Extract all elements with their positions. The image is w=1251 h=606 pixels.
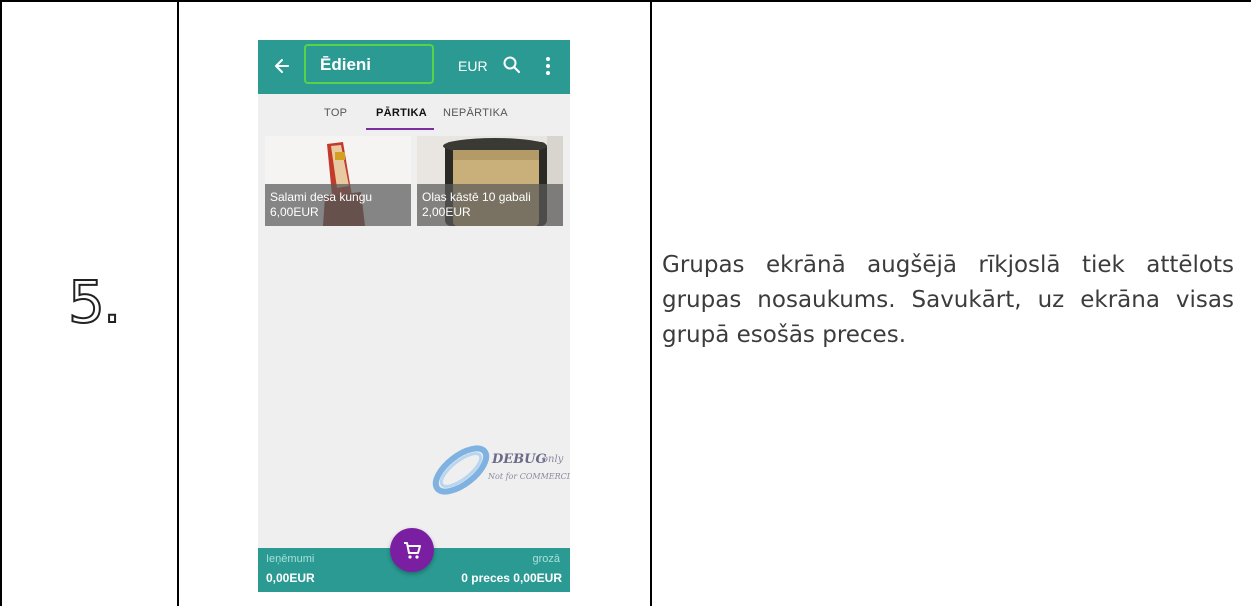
product-card[interactable]: Salami desa kungu 6,00EUR <box>265 136 411 226</box>
cart-label: grozā <box>532 553 560 565</box>
product-card[interactable]: Olas kāstē 10 gabali 2,00EUR <box>417 136 563 226</box>
product-price: 2,00EUR <box>422 205 471 219</box>
product-name: Salami desa kungu <box>270 190 373 204</box>
tab-partika[interactable]: PĀRTIKA <box>376 104 427 122</box>
income-label: Ieņēmumi <box>266 553 315 565</box>
search-icon[interactable] <box>502 53 522 77</box>
active-tab-indicator <box>366 128 434 130</box>
product-price: 6,00EUR <box>270 205 319 219</box>
more-vert-icon[interactable] <box>542 54 554 78</box>
cart-fab-button[interactable] <box>390 528 434 572</box>
tab-top[interactable]: TOP <box>324 104 347 122</box>
phone-screenshot: Ēdieni EUR TOP PĀRTIKA NEPĀRTIKA Salami … <box>258 40 570 592</box>
product-name: Olas kāstē 10 gabali <box>422 190 531 204</box>
table-top-border <box>0 0 1251 2</box>
table-border-col1 <box>177 0 179 606</box>
cart-summary[interactable]: 0 preces 0,00EUR <box>461 570 562 586</box>
cart-icon <box>404 542 421 559</box>
back-arrow-icon[interactable] <box>272 52 294 80</box>
table-border-left <box>0 0 2 606</box>
watermark-subtext: Not for COMMERCIAL <box>488 472 570 481</box>
step-number: 5. <box>67 267 122 337</box>
tab-nepartika[interactable]: NEPĀRTIKA <box>443 104 508 122</box>
income-value: 0,00EUR <box>266 571 315 585</box>
table-border-col2 <box>650 0 652 606</box>
watermark-logo-icon <box>432 445 490 495</box>
toolbar-title: Ēdieni <box>320 55 372 74</box>
currency-button[interactable]: EUR <box>458 54 488 78</box>
step-description: Grupas ekrānā augšējā rīkjoslā tiek attē… <box>662 252 1234 348</box>
watermark-only-text: only <box>542 454 564 465</box>
app-toolbar: Ēdieni EUR <box>258 40 570 94</box>
watermark-debug-text: DEBUG <box>492 452 547 467</box>
debug-watermark: DEBUG only Not for COMMERCIAL <box>428 440 570 500</box>
